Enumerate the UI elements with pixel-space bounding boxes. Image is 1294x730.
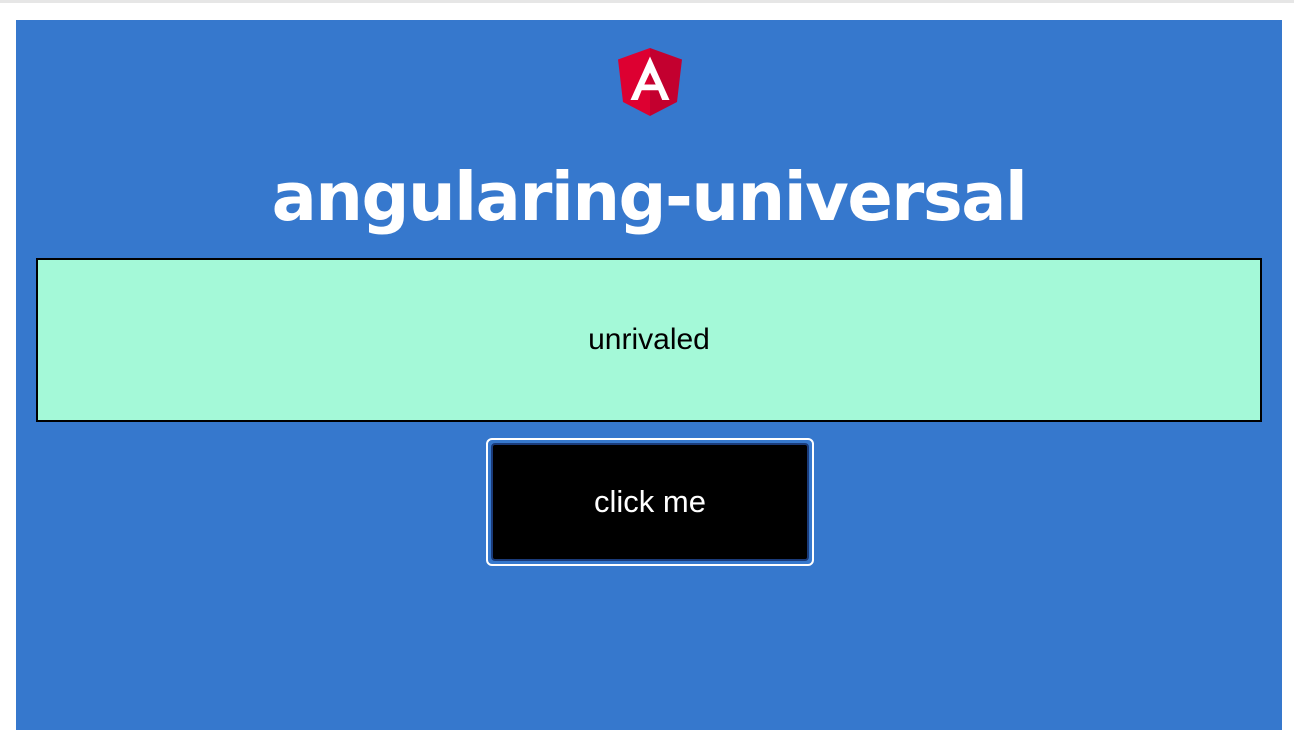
click-me-button-face[interactable]: click me [491, 443, 809, 561]
angular-logo-icon [618, 48, 682, 116]
top-divider [0, 0, 1294, 3]
word-display-text: unrivaled [588, 323, 710, 356]
word-display-box: unrivaled [36, 258, 1262, 422]
click-me-label: click me [594, 484, 706, 519]
click-me-button[interactable]: click me [486, 438, 814, 566]
app-panel: angularing-universal unrivaled click me [16, 20, 1282, 730]
app-title: angularing-universal [271, 158, 1028, 236]
